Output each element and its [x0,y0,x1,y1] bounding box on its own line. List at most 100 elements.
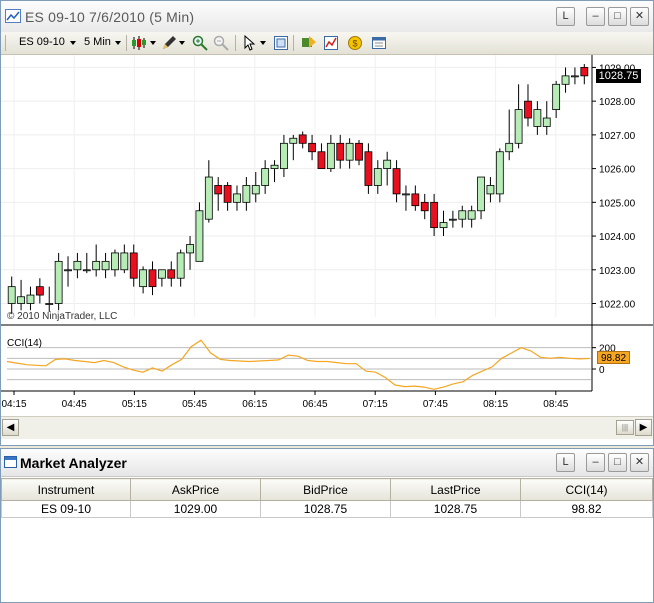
cell-askprice[interactable]: 1029.00 [130,500,261,518]
candle-up [45,303,54,305]
candle-down [308,142,316,153]
candle-up [373,168,382,186]
ma-maximize-button[interactable]: □ [608,453,627,472]
time-tick-label: 08:15 [483,399,508,410]
ma-link-button[interactable]: L [556,453,575,472]
chart-style-dropdown-icon[interactable] [150,41,156,45]
scroll-right-button[interactable]: ▶ [635,419,652,436]
price-tick-label: 1023.00 [599,266,636,277]
time-tick-label: 07:45 [423,399,448,410]
time-tick-label: 04:15 [1,399,26,410]
close-icon: ✕ [634,10,645,22]
order-entry-coin-icon[interactable]: $ [347,35,363,51]
candle-up [477,176,485,212]
candle-down [214,185,223,195]
market-analyzer-title-bar[interactable]: Market Analyzer L – □ ✕ [1,449,653,477]
candle-up [458,210,467,220]
candle-up [448,218,457,221]
column-header-instrument[interactable]: Instrument [1,478,131,501]
minimize-button[interactable]: – [586,7,605,26]
price-tick-label: 1025.00 [599,198,636,209]
candle-down [524,100,532,119]
scroll-thumb[interactable]: ||| [616,420,634,435]
watermark: © 2010 NinjaTrader, LLC [7,311,117,322]
pencil-draw-icon[interactable] [161,35,177,51]
candle-up [261,168,270,186]
link-button[interactable]: L [556,7,575,26]
chart-window-title: ES 09-10 7/6/2010 (5 Min) [25,9,195,25]
column-header-cci[interactable]: CCI(14) [520,478,653,501]
cell-instrument[interactable]: ES 09-10 [1,500,131,518]
close-button[interactable]: ✕ [630,7,649,26]
candle-up [280,142,288,170]
interval-selector[interactable]: 5 Min [84,36,111,48]
properties-icon[interactable] [371,35,387,51]
candle-down [392,168,401,195]
candle-up [157,269,166,279]
cci-label: CCI(14) [7,338,42,349]
candle-up [326,142,335,170]
table-row[interactable]: ES 09-10 1029.00 1028.75 1028.75 98.82 [1,500,653,518]
candle-up [486,185,495,195]
scroll-left-icon: ◀ [6,422,15,433]
chart-horizontal-scrollbar[interactable]: ◀ ||| ▶ [1,416,653,439]
indicators-icon[interactable] [323,35,339,51]
price-tick-label: 1026.00 [599,165,636,176]
candle-down [167,269,176,279]
market-analyzer-title: Market Analyzer [20,455,127,471]
instrument-dropdown-icon[interactable] [70,41,76,45]
column-header-bidprice[interactable]: BidPrice [260,478,391,501]
candle-down [355,142,363,161]
candle-up [233,193,241,203]
grid-header-row: Instrument AskPrice BidPrice LastPrice C… [1,478,653,501]
cell-lastprice[interactable]: 1028.75 [390,500,521,518]
time-tick-label: 05:15 [122,399,147,410]
interval-dropdown-icon[interactable] [115,41,121,45]
maximize-button[interactable]: □ [608,7,627,26]
zoom-in-icon[interactable] [192,35,208,51]
chart-window: ES 09-10 7/6/2010 (5 Min) L – □ ✕ ES 09-… [0,0,654,446]
chart-toolbar: ES 09-10 5 Min $ [1,32,653,55]
candle-down [580,67,589,77]
ma-minimize-button[interactable]: – [586,453,605,472]
cci-tick-label: 0 [599,365,605,376]
candle-down [35,286,44,296]
candle-up [101,260,110,271]
market-analyzer-window-icon [4,456,17,468]
candle-up [571,75,579,78]
price-chart-area[interactable]: 1022.00 1023.00 1024.00 1025.00 1026.00 1027.… [1,55,653,413]
cell-bidprice[interactable]: 1028.75 [260,500,391,518]
draw-dropdown-icon[interactable] [179,41,185,45]
cursor-pointer-icon[interactable] [242,35,258,51]
zoom-out-icon[interactable] [213,35,229,51]
svg-text:$: $ [352,39,357,49]
cursor-dropdown-icon[interactable] [260,41,266,45]
candle-down [411,193,420,207]
strategies-icon[interactable] [301,35,317,51]
candle-up [561,75,570,85]
instrument-selector[interactable]: ES 09-10 [19,36,65,48]
candlestick-style-icon[interactable] [131,35,147,51]
column-header-askprice[interactable]: AskPrice [130,478,261,501]
candle-up [139,269,148,288]
candle-down [317,151,326,170]
candle-up [92,260,101,271]
data-box-icon[interactable] [273,35,289,51]
time-tick-label: 06:45 [302,399,327,410]
time-axis: 04:15 04:45 05:15 05:45 06:15 06:45 07:15 07:45… [1,390,592,410]
close-icon: ✕ [634,456,645,468]
candle-up [289,137,298,144]
price-tick-label: 1022.00 [599,300,636,311]
scroll-left-button[interactable]: ◀ [2,419,19,436]
chart-title-bar[interactable]: ES 09-10 7/6/2010 (5 Min) L – □ ✕ [1,1,653,33]
ma-close-button[interactable]: ✕ [630,453,649,472]
candle-up [176,252,185,279]
cell-cci[interactable]: 98.82 [520,500,653,518]
time-tick-label: 07:15 [363,399,388,410]
cci-panel: 2000 [6,339,616,390]
candle-up [495,151,504,195]
candle-up [111,252,119,271]
column-header-lastprice[interactable]: LastPrice [390,478,521,501]
candle-up [439,222,448,229]
candle-up [64,269,72,272]
